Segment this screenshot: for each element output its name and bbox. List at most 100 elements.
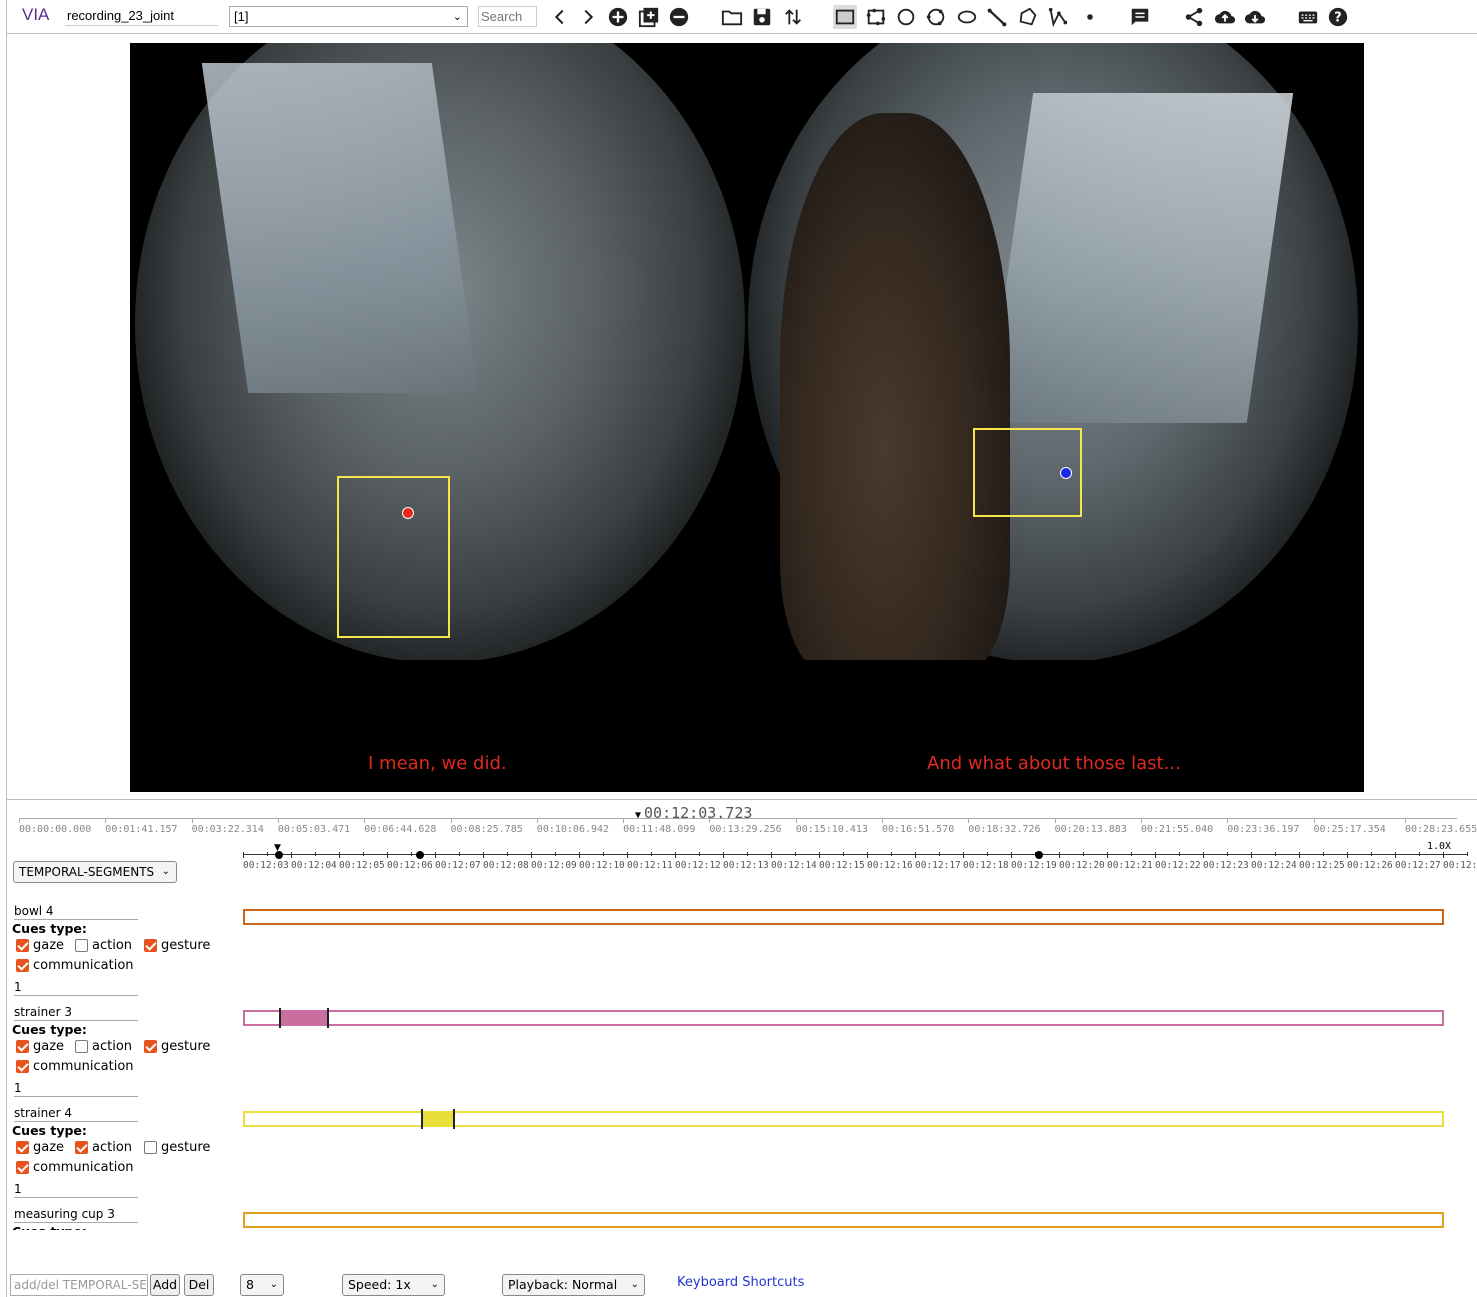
temporal-segment[interactable] [279,1008,329,1028]
point-tool-icon[interactable] [1078,5,1102,29]
keyboard-icon[interactable] [1296,5,1320,29]
line-tool-icon[interactable] [985,5,1009,29]
cue-action[interactable]: action [75,1140,132,1155]
cue-communication[interactable]: communication [16,1160,134,1175]
cue-gesture[interactable]: gesture [144,1140,210,1155]
cue-communication[interactable]: communication [16,1059,134,1074]
add-file-icon[interactable] [606,5,630,29]
track-bar[interactable] [243,1109,1444,1129]
checkbox[interactable] [144,939,157,952]
next-icon[interactable] [576,5,600,29]
cue-action[interactable]: action [75,1039,132,1054]
checkbox[interactable] [144,1141,157,1154]
cue-gesture[interactable]: gesture [144,1039,210,1054]
overview-tick [19,818,20,823]
rows-select[interactable]: 8 ⌄ [240,1274,284,1296]
detail-time-label: 00:12:26 [1347,860,1393,871]
prev-icon[interactable] [548,5,572,29]
playhead-marker-icon[interactable]: ▼ [274,843,281,853]
import-export-icon[interactable] [781,5,805,29]
share-icon[interactable] [1182,5,1206,29]
overview-tick [1140,818,1142,823]
extreme-circle-tool-icon[interactable] [924,5,948,29]
checkbox[interactable] [144,1040,157,1053]
detail-tick [435,852,436,858]
checkbox[interactable] [16,1141,29,1154]
segment-type-select[interactable]: TEMPORAL-SEGMENTS ⌄ [13,861,177,883]
cue-gaze[interactable]: gaze [16,938,64,953]
cue-communication[interactable]: communication [16,958,134,973]
detail-tick [1059,852,1060,858]
keyframe-dot[interactable] [1035,851,1043,859]
track-bar[interactable] [243,1008,1444,1028]
track-name[interactable]: strainer 4 [14,1106,138,1122]
download-icon[interactable] [1243,5,1267,29]
ellipse-tool-icon[interactable] [955,5,979,29]
polyline-tool-icon[interactable] [1046,5,1070,29]
gaze-point-right[interactable] [1060,467,1072,479]
track-bar[interactable] [243,909,1444,925]
help-icon[interactable]: ? [1326,5,1350,29]
del-button[interactable]: Del [184,1274,214,1296]
detail-time-label: 00:12:11 [627,860,673,871]
extreme-rectangle-tool-icon[interactable] [864,5,888,29]
detail-tick [723,852,724,858]
remove-file-icon[interactable] [667,5,691,29]
detail-tick [339,852,340,858]
checkbox[interactable] [16,1040,29,1053]
timeline-overview[interactable]: 00:00:00.000 00:01:41.157 00:03:22.314 00:0… [19,818,1477,840]
track-name[interactable]: measuring cup 3 [14,1207,138,1223]
playback-select[interactable]: Playback: Normal ⌄ [502,1274,645,1296]
add-multiple-icon[interactable] [637,5,661,29]
bounding-box-left[interactable] [337,476,450,638]
detail-tick [387,852,388,858]
detail-minor-tick [1419,852,1420,856]
detail-minor-tick [315,852,316,856]
polygon-tool-icon[interactable] [1016,5,1040,29]
detail-time-label: 00:12:19 [1011,860,1057,871]
checkbox[interactable] [16,959,29,972]
keyframe-dot[interactable] [416,851,424,859]
timeline-detail-ruler[interactable]: 00:12:03 00:12:04 00:12:05 00:12:06 00:12:07… [243,843,1477,872]
rectangle-tool-icon[interactable] [833,5,857,29]
cue-gaze[interactable]: gaze [16,1140,64,1155]
overview-tick [277,818,279,823]
upload-icon[interactable] [1213,5,1237,29]
add-del-segment-input[interactable]: add/del TEMPORAL-SEGMENTS [10,1274,148,1296]
video-frame[interactable]: I mean, we did. And what about those las… [130,43,1364,792]
temporal-segment[interactable] [421,1109,455,1129]
keyboard-shortcuts-link[interactable]: Keyboard Shortcuts [677,1275,804,1290]
detail-time-label: 00:12:12 [675,860,721,871]
save-icon[interactable] [750,5,774,29]
detail-time-label: 00:12:05 [339,860,385,871]
checkbox[interactable] [16,939,29,952]
file-select[interactable]: [1] ⌄ [229,6,468,27]
track-bar[interactable] [243,1212,1444,1228]
circle-tool-icon[interactable] [894,5,918,29]
checkbox[interactable] [75,1040,88,1053]
detail-tick [1155,852,1156,858]
checkbox[interactable] [16,1060,29,1073]
checkbox[interactable] [16,1161,29,1174]
add-button[interactable]: Add [150,1274,180,1296]
open-folder-icon[interactable] [720,5,744,29]
detail-time-label: 00:12:15 [819,860,865,871]
speed-select[interactable]: Speed: 1x ⌄ [342,1274,445,1296]
checkbox[interactable] [75,939,88,952]
cue-gaze[interactable]: gaze [16,1039,64,1054]
detail-minor-tick [987,852,988,856]
gaze-point-left[interactable] [402,507,414,519]
track-name[interactable]: strainer 3 [14,1005,138,1021]
track-name[interactable]: bowl 4 [14,904,138,920]
cue-action[interactable]: action [75,938,132,953]
cue-gesture[interactable]: gesture [144,938,210,953]
track-row: strainer 3 Cues type: gaze action gesture com… [7,1001,1477,1102]
search-input[interactable] [478,6,537,27]
comment-icon[interactable] [1128,5,1152,29]
detail-minor-tick [1275,852,1276,856]
project-name-input[interactable] [65,6,218,26]
checkbox[interactable] [75,1141,88,1154]
detail-time-label: 00:12:08 [483,860,529,871]
detail-time-label: 00:12:24 [1251,860,1297,871]
overview-time-label: 00:21:55.040 [1140,824,1214,835]
